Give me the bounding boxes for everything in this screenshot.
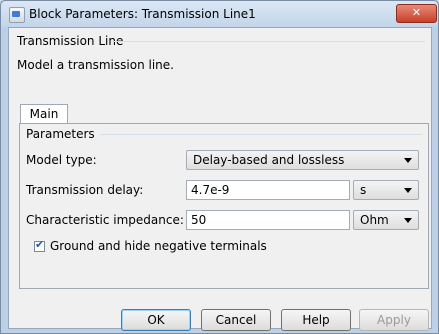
- block-description: Model a transmission line.: [17, 58, 174, 72]
- transmission-delay-unit-dropdown[interactable]: s: [353, 180, 419, 200]
- chevron-down-icon: [404, 188, 412, 193]
- window-title: Block Parameters: Transmission Line1: [29, 7, 256, 21]
- tab-main[interactable]: Main: [20, 104, 68, 124]
- ok-button[interactable]: OK: [121, 309, 191, 331]
- transmission-delay-input[interactable]: 4.7e-9: [186, 180, 350, 200]
- ground-negative-terminals-label[interactable]: Ground and hide negative terminals: [50, 239, 267, 253]
- transmission-delay-label: Transmission delay:: [26, 183, 144, 197]
- dialog-window: Block Parameters: Transmission Line1 ✕ T…: [0, 0, 439, 334]
- main-tab-panel: Parameters Model type: Delay-based and l…: [19, 123, 429, 289]
- characteristic-impedance-unit-dropdown[interactable]: Ohm: [353, 210, 419, 230]
- model-type-value: Delay-based and lossless: [193, 153, 345, 167]
- parameters-group-divider: [100, 134, 422, 135]
- app-icon: [9, 7, 25, 23]
- chevron-down-icon: [404, 218, 412, 223]
- parameters-group-title: Parameters: [26, 127, 99, 141]
- close-button[interactable]: ✕: [396, 4, 437, 23]
- help-button[interactable]: Help: [281, 309, 351, 331]
- characteristic-impedance-label: Characteristic impedance:: [26, 213, 184, 227]
- transmission-delay-unit: s: [360, 183, 367, 197]
- model-type-label: Model type:: [26, 153, 97, 167]
- cancel-button[interactable]: Cancel: [201, 309, 271, 331]
- title-bar[interactable]: Block Parameters: Transmission Line1 ✕: [1, 1, 438, 27]
- block-header: Transmission Line: [13, 34, 427, 48]
- block-name: Transmission Line: [17, 34, 128, 48]
- chevron-down-icon: [404, 158, 412, 163]
- apply-button[interactable]: Apply: [359, 309, 429, 331]
- characteristic-impedance-input[interactable]: 50: [186, 210, 350, 230]
- checkmark-icon: ✔: [35, 238, 45, 251]
- model-type-dropdown[interactable]: Delay-based and lossless: [186, 150, 419, 170]
- characteristic-impedance-unit: Ohm: [360, 213, 389, 227]
- block-header-divider: [113, 41, 425, 42]
- dialog-client-area: Transmission Line Model a transmission l…: [8, 27, 432, 329]
- ground-negative-terminals-checkbox[interactable]: ✔: [34, 238, 45, 252]
